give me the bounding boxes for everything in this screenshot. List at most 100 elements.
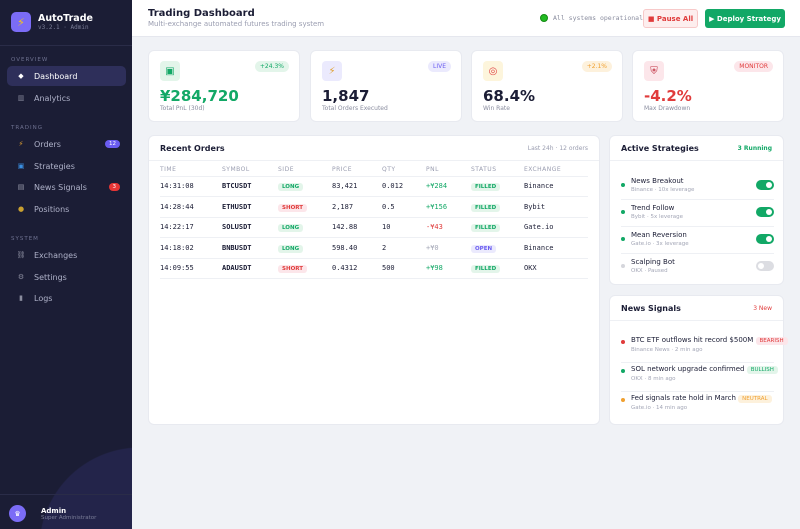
sidebar-item-orders[interactable]: ⚡ Orders 12 [7,134,126,154]
section-system: SYSTEM [11,236,39,242]
news-item[interactable]: SOL network upgrade confirmed BULLISH OKX… [621,363,778,392]
status-value: OPEN [471,244,497,253]
strategy-meta: Gate.io · 3x leverage [631,241,689,247]
strategy-toggle[interactable] [756,261,774,271]
deploy-strategy-button[interactable]: ▶ Deploy Strategy [705,9,785,28]
strategy-name: News Breakout [631,177,684,185]
sidebar-item-strategies[interactable]: ▣ Strategies [7,156,126,176]
table-row[interactable]: 14:09:55 ADAUSDT SHORT 0.4312 500 +¥98 FILLED O… [160,258,588,279]
cell-symbol: BTCUSDT [222,176,278,197]
table-row[interactable]: 14:28:44 ETHUSDT SHORT 2,187 0.5 +¥156 FILLED B… [160,196,588,218]
stat-value: 68.4% [483,87,536,105]
status-value: FILLED [471,203,501,212]
cell-status: OPEN [471,237,524,259]
link-icon: ⛓ [16,251,26,259]
stat-pill: +24.3% [254,61,289,72]
cell-qty: 500 [382,258,426,279]
price-value: 598.40 [332,243,358,252]
news-signals-panel: News Signals 3 New BTC ETF outflows hit … [609,295,788,425]
orders-table: TIME SYMBOL SIDE PRICE QTY PNL STATUS EXCHANGE … [160,164,588,279]
news-meta: Binance News · 2 min ago [631,347,703,353]
time-value: 14:31:08 [160,182,194,191]
cell-price: 2,187 [332,196,382,218]
section-trading: TRADING [11,125,43,131]
user-profile[interactable]: ♛ Admin Super Administrator [9,505,96,522]
column-header[interactable]: SIDE [278,164,332,177]
stat-label: Total Orders Executed [322,105,388,112]
column-header[interactable]: STATUS [471,164,524,177]
cell-status: FILLED [471,258,524,279]
column-header[interactable]: QTY [382,164,426,177]
qty-value: 10 [382,223,391,232]
sidebar-item-dashboard[interactable]: ◆ Dashboard [7,66,126,86]
cell-exchange: Binance [524,176,588,197]
sentiment-tag: NEUTRAL [738,395,772,403]
table-row[interactable]: 14:22:17 SOLUSDT LONG 142.88 10 -¥43 FILLED Gat… [160,217,588,238]
cell-time: 14:28:44 [160,196,222,218]
sidebar-item-news-signals[interactable]: ▤ News Signals 3 [7,177,126,197]
sentiment-dot-icon [621,398,625,402]
side-value: LONG [278,224,304,233]
cell-price: 0.4312 [332,258,382,279]
table-row[interactable]: 14:18:02 BNBUSDT LONG 598.40 2 +¥0 OPEN Binance [160,237,588,259]
cell-time: 14:18:02 [160,237,222,259]
system-status: All systems operational [540,14,643,22]
stat-value: 1,847 [322,87,370,105]
sidebar-item-exchanges[interactable]: ⛓ Exchanges [7,245,126,265]
lightning-icon: ⚡ [18,140,24,148]
stat-label: Max Drawdown [644,105,691,112]
cell-symbol: BNBUSDT [222,237,278,259]
cell-pnl: +¥156 [426,196,471,218]
cell-pnl: +¥0 [426,237,471,259]
exchange-value: Binance [524,243,554,252]
news-item[interactable]: BTC ETF outflows hit record $500M BEARIS… [621,334,788,363]
strategy-meta: Binance · 10x leverage [631,187,695,193]
status-dot-icon [621,237,625,241]
cell-symbol: ADAUSDT [222,258,278,279]
cell-pnl: -¥43 [426,217,471,238]
sidebar-item-positions[interactable]: ● Positions [7,199,126,219]
qty-value: 500 [382,264,395,273]
symbol-value: BNBUSDT [222,243,252,252]
orders-count-badge: 12 [105,140,120,148]
sentiment-tag: BULLISH [746,366,778,374]
qty-value: 0.5 [382,202,395,211]
stat-value: -4.2% [644,87,692,105]
cell-side: SHORT [278,258,332,279]
cell-status: FILLED [471,196,524,218]
column-header[interactable]: EXCHANGE [524,164,588,177]
sidebar-item-logs[interactable]: ▮ Logs [7,288,126,308]
cell-side: LONG [278,237,332,259]
sidebar-item-settings[interactable]: ⚙ Settings [7,267,126,287]
table-row[interactable]: 14:31:08 BTCUSDT LONG 83,421 0.012 +¥284 FILLE… [160,176,588,197]
column-header[interactable]: TIME [160,164,222,177]
active-strategies-panel: Active Strategies 3 Running News Breakou… [609,135,784,285]
page-title: Trading Dashboard [148,8,255,19]
news-item[interactable]: Fed signals rate hold in March NEUTRAL Ga… [621,392,774,421]
time-value: 14:18:02 [160,243,194,252]
pause-all-button[interactable]: ■ Pause All [643,9,698,28]
column-header[interactable]: PNL [426,164,471,177]
status-dot-icon [621,210,625,214]
column-header[interactable]: SYMBOL [222,164,278,177]
cell-price: 142.88 [332,217,382,238]
strategy-toggle[interactable] [756,234,774,244]
sidebar-item-analytics[interactable]: ▥ Analytics [7,88,126,108]
cell-qty: 0.5 [382,196,426,218]
time-value: 14:22:17 [160,223,194,232]
panel-title: Active Strategies [621,144,699,153]
column-header[interactable]: PRICE [332,164,382,177]
sidebar: ⚡ AutoTrade v3.2.1 · Admin OVERVIEW ◆ Das… [0,0,132,529]
diamond-icon: ◆ [18,72,24,80]
strategy-toggle[interactable] [756,180,774,190]
sentiment-dot-icon [621,340,625,344]
strategy-toggle[interactable] [756,207,774,217]
money-bag-icon: ● [17,205,25,213]
cell-qty: 0.012 [382,176,426,197]
sentiment-dot-icon [621,369,625,373]
stat-value: ¥284,720 [160,87,239,105]
lightning-icon: ⚡ [322,61,342,81]
cell-symbol: SOLUSDT [222,217,278,238]
cell-status: FILLED [471,176,524,197]
stat-pill: MONITOR [734,61,773,72]
